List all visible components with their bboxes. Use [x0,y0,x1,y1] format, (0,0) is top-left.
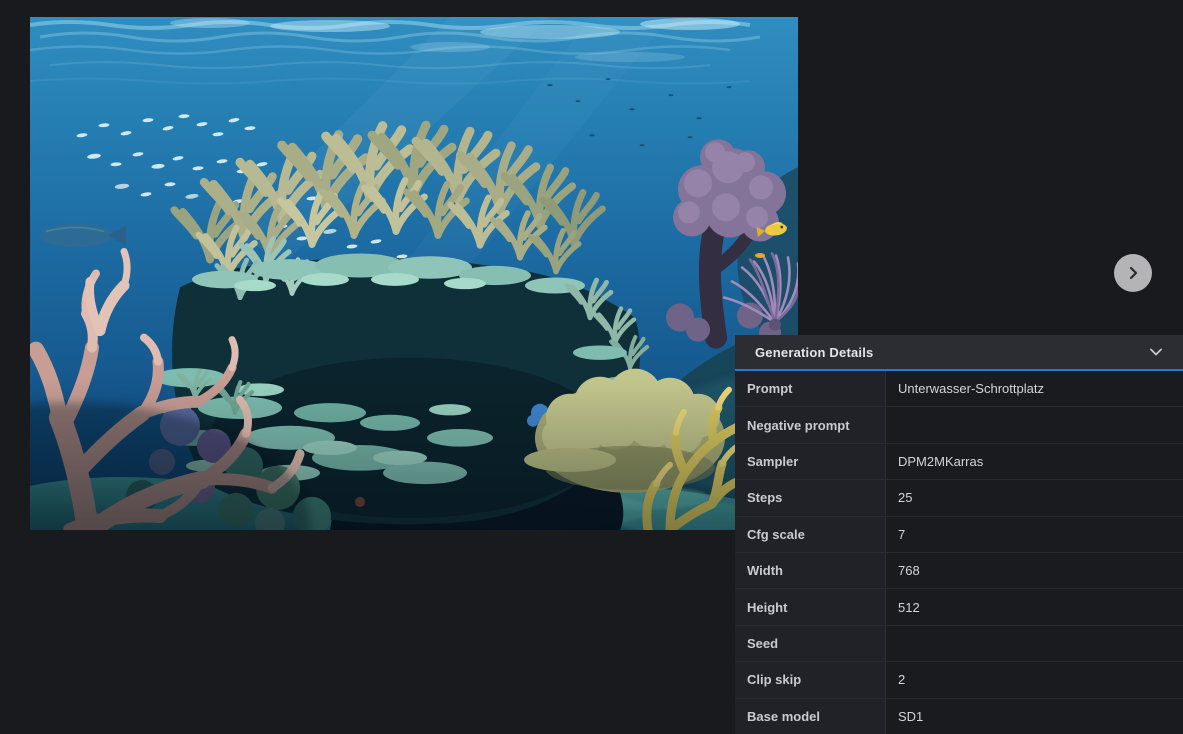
detail-label: Steps [735,480,886,515]
detail-row-prompt: Prompt Unterwasser-Schrottplatz [735,371,1183,407]
detail-value: 7 [886,517,1183,552]
chevron-down-icon [1149,347,1163,357]
generation-details-table: Prompt Unterwasser-Schrottplatz Negative… [735,371,1183,734]
detail-value: Unterwasser-Schrottplatz [886,371,1183,406]
detail-label: Negative prompt [735,407,886,442]
detail-value: 768 [886,553,1183,588]
detail-row-steps: Steps 25 [735,480,1183,516]
next-image-button[interactable] [1114,254,1152,292]
detail-row-width: Width 768 [735,553,1183,589]
detail-value: 25 [886,480,1183,515]
detail-value: DPM2MKarras [886,444,1183,479]
detail-row-clip-skip: Clip skip 2 [735,662,1183,698]
detail-value [886,626,1183,661]
detail-row-height: Height 512 [735,589,1183,625]
detail-row-seed: Seed [735,626,1183,662]
detail-label: Sampler [735,444,886,479]
detail-label: Prompt [735,371,886,406]
detail-label: Base model [735,699,886,734]
detail-row-cfg-scale: Cfg scale 7 [735,517,1183,553]
generation-details-panel: Generation Details Prompt Unterwasser-Sc… [735,335,1183,734]
detail-row-base-model: Base model SD1 [735,699,1183,734]
reef-scene-illustration [30,17,798,530]
detail-row-negative-prompt: Negative prompt [735,407,1183,443]
detail-label: Seed [735,626,886,661]
detail-label: Cfg scale [735,517,886,552]
generated-image[interactable] [30,17,798,530]
detail-value: 2 [886,662,1183,697]
detail-label: Clip skip [735,662,886,697]
detail-row-sampler: Sampler DPM2MKarras [735,444,1183,480]
detail-value: 512 [886,589,1183,624]
detail-value: SD1 [886,699,1183,734]
detail-value [886,407,1183,442]
chevron-right-icon [1126,266,1140,280]
panel-title: Generation Details [755,345,873,360]
image-viewer: Generation Details Prompt Unterwasser-Sc… [0,0,1183,734]
small-orange-fish [755,253,765,258]
generation-details-header[interactable]: Generation Details [735,335,1183,371]
detail-label: Width [735,553,886,588]
detail-label: Height [735,589,886,624]
